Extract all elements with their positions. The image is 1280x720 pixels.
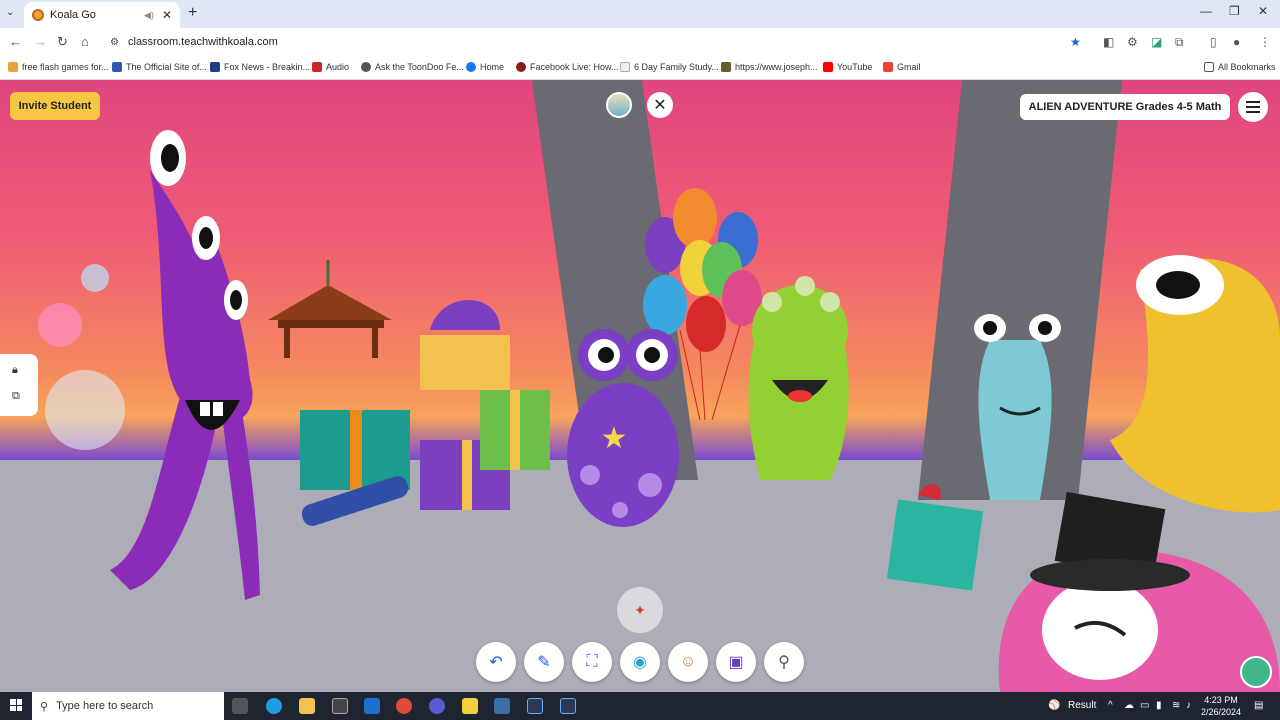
search-placeholder: Type here to search: [56, 700, 154, 712]
svg-text:★: ★: [601, 421, 628, 456]
focus-icon[interactable]: ⛶: [572, 642, 612, 682]
mail-icon[interactable]: [364, 698, 380, 714]
gift-pile: [300, 300, 550, 526]
cube-icon[interactable]: ▣: [716, 642, 756, 682]
weather-label[interactable]: Result: [1068, 700, 1096, 711]
bookmark-star-icon[interactable]: ★: [1070, 35, 1081, 49]
invite-student-button[interactable]: Invite Student: [10, 92, 100, 120]
tab-search-icon[interactable]: ⌄: [6, 7, 14, 18]
pink-hat-alien: [998, 491, 1280, 692]
tab-title: Koala Go: [50, 9, 96, 21]
minimize-icon[interactable]: —: [1200, 4, 1212, 18]
chrome-icon[interactable]: [396, 698, 412, 714]
system-clock[interactable]: 4:23 PM 2/26/2024: [1196, 694, 1246, 718]
volume-icon[interactable]: ♪: [1186, 700, 1191, 711]
clock-time: 4:23 PM: [1204, 695, 1238, 705]
close-window-icon[interactable]: ✕: [1258, 4, 1268, 18]
side-toolbar: 🔒︎ ⧉: [0, 354, 38, 416]
copy-icon[interactable]: ⧉: [12, 390, 20, 403]
reload-icon[interactable]: ↻: [57, 34, 68, 50]
green-alien: [748, 276, 849, 480]
task-view-icon[interactable]: [232, 698, 248, 714]
bookmark-item[interactable]: Audio: [312, 62, 349, 72]
edge-icon[interactable]: [266, 698, 282, 714]
file-explorer-icon[interactable]: [299, 698, 315, 714]
site-info-icon[interactable]: ⚙: [110, 37, 119, 48]
profile-avatar-icon[interactable]: ●: [1233, 35, 1240, 49]
yellow-alien: [1110, 255, 1280, 513]
forward-icon[interactable]: →: [34, 34, 47, 49]
bookmarks-bar: free flash games for... The Official Sit…: [0, 58, 1280, 80]
pointer-button[interactable]: ✦: [617, 587, 663, 633]
wifi-icon[interactable]: ≋: [1172, 700, 1180, 711]
calculator-icon[interactable]: [494, 698, 510, 714]
tab-strip: ⌄ Koala Go ◀) ✕ + — ❐ ✕: [0, 0, 1280, 28]
balloon-bunch: [643, 188, 762, 421]
bookmark-item[interactable]: 6 Day Family Study...: [620, 62, 719, 72]
extension-icon-2[interactable]: ⚙: [1127, 35, 1138, 49]
environment-scene-icon[interactable]: [606, 92, 632, 118]
bookmark-item[interactable]: Fox News - Breakin...: [210, 62, 310, 72]
koala-favicon-icon: [32, 9, 44, 21]
audio-icon[interactable]: ◀): [144, 10, 154, 21]
gazebo: [268, 260, 392, 358]
all-bookmarks[interactable]: All Bookmarks: [1204, 62, 1276, 72]
extensions-puzzle-icon[interactable]: ⧉: [1175, 35, 1184, 50]
lesson-title: ALIEN ADVENTURE Grades 4-5 Math: [1020, 94, 1230, 120]
hamburger-menu-button[interactable]: [1238, 92, 1268, 122]
undo-icon[interactable]: ↶: [476, 642, 516, 682]
close-tab-icon[interactable]: ✕: [162, 8, 172, 22]
tab-koala-go[interactable]: Koala Go ◀) ✕: [24, 2, 180, 28]
store-icon[interactable]: [332, 698, 348, 714]
purple-star-alien: ★: [567, 329, 679, 527]
bookmark-item[interactable]: free flash games for...: [8, 62, 109, 72]
navigation-bar: ← → ↻ ⌂ ⚙ classroom.teachwithkoala.com ★…: [0, 28, 1280, 58]
address-bar[interactable]: classroom.teachwithkoala.com: [128, 36, 278, 48]
clock-date: 2/26/2024: [1200, 707, 1242, 717]
bookmark-item[interactable]: Facebook Live: How...: [516, 62, 619, 72]
bookmark-item[interactable]: YouTube: [823, 62, 872, 72]
home-icon[interactable]: ⌂: [81, 34, 89, 49]
bookmark-item[interactable]: Home: [466, 62, 504, 72]
tray-cloud-icon[interactable]: ☁: [1124, 700, 1134, 711]
side-panel-icon[interactable]: ▯: [1210, 35, 1217, 49]
app-icon-3[interactable]: [560, 698, 576, 714]
eye-icon[interactable]: ◉: [620, 642, 660, 682]
taskbar-search-input[interactable]: ⚲ Type here to search: [32, 692, 224, 720]
taskbar: ⚲ Type here to search ⚾ Result ^ ☁ ▭ ▮ ≋…: [0, 692, 1280, 720]
tray-chevron-icon[interactable]: ^: [1108, 700, 1113, 711]
weather-icon[interactable]: ⚾: [1048, 700, 1060, 711]
browser-chrome: ⌄ Koala Go ◀) ✕ + — ❐ ✕ ← → ↻ ⌂ ⚙ classr…: [0, 0, 1280, 80]
sparkles: [38, 264, 125, 450]
avatar-icon[interactable]: ☺: [668, 642, 708, 682]
bookmark-item[interactable]: The Official Site of...: [112, 62, 207, 72]
bottom-toolbar: ↶ ✎ ⛶ ◉ ☺ ▣ ⚲: [476, 642, 804, 682]
restore-icon[interactable]: ❐: [1229, 4, 1240, 18]
lock-icon[interactable]: 🔒︎: [12, 364, 18, 377]
windows-start-icon[interactable]: [10, 699, 22, 711]
bookmark-item[interactable]: Gmail: [883, 62, 921, 72]
tray-battery-icon[interactable]: ▮: [1156, 700, 1162, 711]
app-icon-2[interactable]: [527, 698, 543, 714]
pin-icon[interactable]: ⚲: [764, 642, 804, 682]
teal-gift: [886, 484, 984, 591]
browser-menu-icon[interactable]: ⋮: [1259, 35, 1271, 49]
tray-network-icon[interactable]: ▭: [1140, 700, 1149, 711]
extension-icon-3[interactable]: ◪: [1151, 35, 1162, 49]
back-icon[interactable]: ←: [9, 34, 22, 49]
close-button[interactable]: ✕: [647, 92, 673, 118]
notifications-icon[interactable]: ▤: [1254, 700, 1263, 711]
app-icon[interactable]: [429, 698, 445, 714]
pencil-icon[interactable]: ✎: [524, 642, 564, 682]
sticky-notes-icon[interactable]: [462, 698, 478, 714]
extension-icon-1[interactable]: ◧: [1103, 35, 1114, 49]
bookmark-item[interactable]: https://www.joseph...: [721, 62, 818, 72]
new-tab-button[interactable]: +: [188, 4, 197, 22]
blue-alien: [974, 314, 1061, 500]
search-icon: ⚲: [40, 700, 49, 713]
koala-logo-icon[interactable]: [1240, 656, 1272, 688]
bookmark-item[interactable]: Ask the ToonDoo Fe...: [361, 62, 464, 72]
virtual-classroom-scene[interactable]: ★ Invite Student ✕ ALIEN ADVENTURE Grade…: [0, 80, 1280, 692]
purple-alien: [110, 130, 260, 600]
